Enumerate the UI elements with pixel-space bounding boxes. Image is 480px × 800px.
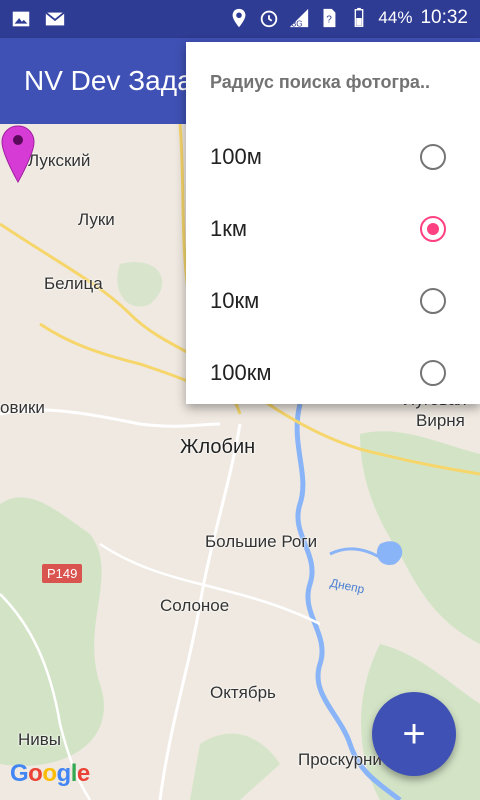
radio-button[interactable] bbox=[420, 288, 446, 314]
add-button[interactable]: + bbox=[372, 692, 456, 776]
menu-option-100m[interactable]: 100м bbox=[186, 122, 480, 194]
map-marker-icon[interactable] bbox=[0, 124, 36, 184]
menu-option-label: 100км bbox=[210, 360, 272, 385]
place-label: Вирня bbox=[416, 411, 465, 430]
place-label: Проскурни bbox=[298, 750, 382, 769]
app-title: NV Dev Зада bbox=[24, 65, 193, 96]
place-label: Лукский bbox=[28, 151, 91, 170]
menu-option-10km[interactable]: 10км bbox=[186, 266, 480, 338]
place-label: овики bbox=[0, 398, 45, 417]
menu-header: Радиус поиска фотогра.. bbox=[210, 72, 430, 92]
sim-unknown-icon: ? bbox=[323, 8, 336, 28]
place-label: Луки bbox=[78, 210, 115, 229]
menu-option-label: 100м bbox=[210, 144, 262, 169]
battery-level: 44% bbox=[378, 8, 413, 27]
clock: 10:32 bbox=[420, 7, 468, 28]
place-label-city: Жлобин bbox=[180, 436, 256, 458]
plus-icon: + bbox=[402, 712, 426, 756]
radio-button-checked[interactable] bbox=[420, 216, 446, 242]
image-icon bbox=[12, 11, 30, 27]
radio-button[interactable] bbox=[420, 144, 446, 170]
place-label: Солоное bbox=[160, 596, 230, 615]
alarm-icon bbox=[261, 10, 278, 28]
place-label: Белица bbox=[44, 274, 103, 293]
battery-icon bbox=[355, 7, 364, 27]
mail-icon bbox=[45, 11, 65, 26]
place-label: Нивы bbox=[18, 730, 62, 749]
svg-text:?: ? bbox=[327, 15, 333, 26]
location-icon bbox=[233, 8, 246, 28]
svg-text:3G: 3G bbox=[292, 19, 303, 28]
radio-button[interactable] bbox=[420, 360, 446, 386]
road-badge: P149 bbox=[42, 564, 83, 583]
signal-icon: 3G bbox=[290, 8, 309, 28]
menu-option-1km[interactable]: 1км bbox=[186, 194, 480, 266]
place-label: Большие Роги bbox=[205, 532, 318, 551]
search-radius-menu: Радиус поиска фотогра.. 100м 1км 10км 10… bbox=[186, 42, 480, 404]
google-logo: Google bbox=[10, 760, 90, 787]
place-label: Октябрь bbox=[210, 683, 276, 702]
status-bar: 3G ? 44% 10:32 bbox=[0, 0, 480, 38]
menu-option-label: 1км bbox=[210, 216, 247, 241]
menu-option-label: 10км bbox=[210, 288, 260, 313]
menu-option-100km[interactable]: 100км bbox=[186, 338, 480, 410]
